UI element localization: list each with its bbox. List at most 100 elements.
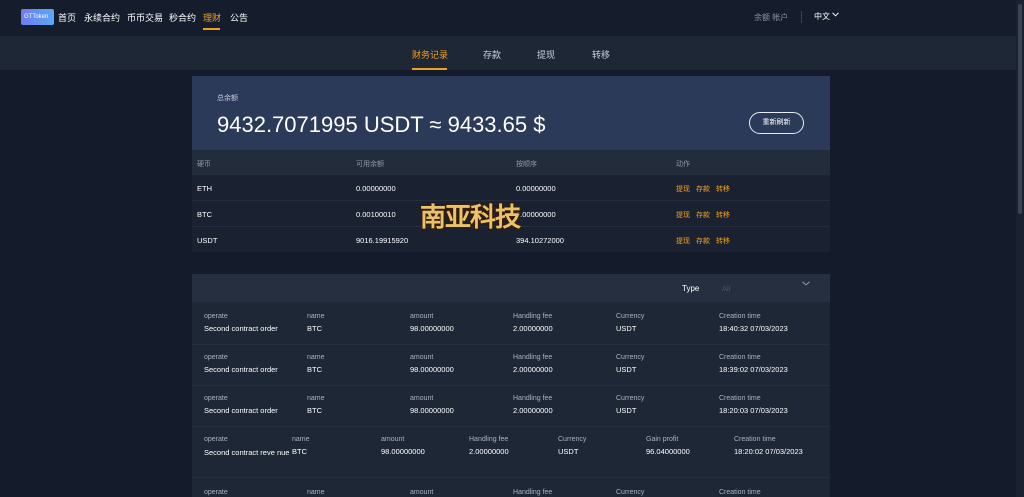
refresh-button[interactable]: 重新刷新	[749, 112, 804, 134]
column-header-in-order: 按顺序	[516, 161, 537, 168]
records-filter-bar: Type All	[192, 274, 830, 302]
asset-in-order: 0.00000000	[516, 184, 556, 193]
tab-withdraw[interactable]: 提现	[537, 48, 555, 61]
record-amount-label: amount	[381, 436, 405, 443]
nav-active-indicator	[203, 28, 220, 30]
record-amount-label: amount	[410, 313, 434, 320]
nav-item-announcement[interactable]: 公告	[230, 11, 248, 24]
tab-financial-records[interactable]: 财务记录	[412, 48, 448, 61]
record-time-value: 18:40:32 07/03/2023	[719, 324, 788, 333]
record-amount-value: 98.00000000	[410, 365, 454, 374]
record-time-label: Creation time	[719, 313, 761, 320]
asset-available: 0.00100010	[356, 210, 396, 219]
nav-item-second-contract[interactable]: 秒合约	[169, 11, 196, 24]
record-currency-value: USDT	[558, 447, 579, 456]
record-name-value: BTC	[307, 365, 322, 374]
record-name-label: name	[307, 354, 325, 361]
tab-active-indicator	[412, 68, 447, 70]
transfer-link[interactable]: 转移	[716, 184, 730, 194]
asset-available: 9016.19915920	[356, 236, 409, 245]
withdraw-link[interactable]: 提现	[676, 184, 690, 194]
record-fee-value: 2.00000000	[469, 447, 509, 456]
record-amount-value: 98.00000000	[410, 324, 454, 333]
deposit-link[interactable]: 存款	[696, 184, 710, 194]
column-header-action: 动作	[676, 161, 690, 168]
asset-coin: BTC	[197, 210, 212, 219]
record-fee-label: Handling fee	[469, 436, 509, 443]
record-operate-label: operate	[204, 436, 228, 443]
transfer-link[interactable]: 转移	[716, 210, 730, 220]
record-time-label: Creation time	[719, 489, 761, 496]
record-fee-value: 2.00000000	[513, 406, 553, 415]
record-time-value: 18:20:03 07/03/2023	[719, 406, 788, 415]
record-fee-label: Handling fee	[513, 489, 553, 496]
language-select[interactable]: 中文	[814, 11, 830, 22]
record-currency-label: Currency	[616, 354, 645, 361]
record-time-value: 18:20:02 07/03/2023	[734, 447, 803, 456]
record-currency-label: Currency	[616, 313, 645, 320]
column-header-available: 可用余额	[356, 161, 384, 168]
record-row: operate Second contract order name BTC a…	[192, 386, 830, 427]
record-time-label: Creation time	[719, 354, 761, 361]
record-amount-value: 98.00000000	[381, 447, 425, 456]
record-amount-label: amount	[410, 489, 434, 496]
record-row: operate Second contract reve nue name BT…	[192, 427, 830, 478]
brand-logo[interactable]: GTToken	[21, 9, 54, 25]
record-currency-label: Currency	[616, 395, 645, 402]
record-fee-label: Handling fee	[513, 313, 553, 320]
record-operate-value: Second contract order	[204, 324, 278, 333]
watermark-logo: 南亚科技	[417, 193, 521, 235]
record-name-label: name	[307, 395, 325, 402]
deposit-link[interactable]: 存款	[696, 236, 710, 246]
deposit-link[interactable]: 存款	[696, 210, 710, 220]
record-fee-label: Handling fee	[513, 395, 553, 402]
record-currency-value: USDT	[616, 406, 637, 415]
total-balance-label: 总余额	[217, 95, 238, 102]
tab-deposit[interactable]: 存款	[483, 48, 501, 61]
scrollbar-thumb[interactable]	[1018, 4, 1022, 214]
record-amount-label: amount	[410, 395, 434, 402]
chevron-down-icon[interactable]	[832, 12, 839, 19]
record-fee-value: 2.00000000	[513, 324, 553, 333]
record-gain-value: 96.04000000	[646, 447, 690, 456]
type-filter-select[interactable]: All	[722, 284, 730, 293]
record-name-value: BTC	[307, 406, 322, 415]
nav-divider	[801, 11, 802, 23]
record-name-value: BTC	[292, 447, 307, 456]
record-name-label: name	[307, 313, 325, 320]
total-balance-value: 9432.7071995 USDT ≈ 9433.65 $	[217, 112, 546, 137]
record-operate-value: Second contract order	[204, 365, 278, 374]
record-row: operate Second contract order name BTC a…	[192, 345, 830, 386]
record-operate-value: Second contract reve nue	[204, 448, 290, 457]
top-nav: GTToken 首页 永续合约 币币交易 秒合约 理财 公告 余额 帐户 中文	[0, 0, 1024, 36]
records-panel: Type All operate Second contract order n…	[192, 274, 830, 497]
balance-account-link[interactable]: 余额 帐户	[754, 12, 788, 23]
record-operate-label: operate	[204, 395, 228, 402]
record-row: operate Second contract order name BTC a…	[192, 304, 830, 345]
tab-transfer[interactable]: 转移	[592, 48, 610, 61]
transfer-link[interactable]: 转移	[716, 236, 730, 246]
record-currency-label: Currency	[558, 436, 587, 443]
record-name-label: name	[307, 489, 325, 496]
nav-item-spot[interactable]: 币币交易	[127, 11, 163, 24]
withdraw-link[interactable]: 提现	[676, 236, 690, 246]
balance-card: 总余额 9432.7071995 USDT ≈ 9433.65 $ 重新刷新	[192, 76, 830, 150]
record-currency-value: USDT	[616, 365, 637, 374]
withdraw-link[interactable]: 提现	[676, 210, 690, 220]
record-row: operate name amount Handling fee Currenc…	[192, 480, 830, 497]
nav-item-home[interactable]: 首页	[58, 11, 76, 24]
record-fee-value: 2.00000000	[513, 365, 553, 374]
chevron-down-icon[interactable]	[802, 279, 810, 288]
nav-item-perpetual[interactable]: 永续合约	[84, 11, 120, 24]
asset-coin: ETH	[197, 184, 212, 193]
record-name-value: BTC	[307, 324, 322, 333]
record-operate-label: operate	[204, 313, 228, 320]
record-amount-value: 98.00000000	[410, 406, 454, 415]
nav-item-finance[interactable]: 理财	[203, 11, 221, 24]
record-amount-label: amount	[410, 354, 434, 361]
watermark-text: 南亚科技	[420, 203, 521, 233]
record-operate-value: Second contract order	[204, 406, 278, 415]
record-operate-label: operate	[204, 354, 228, 361]
record-operate-label: operate	[204, 489, 228, 496]
asset-coin: USDT	[197, 236, 218, 245]
